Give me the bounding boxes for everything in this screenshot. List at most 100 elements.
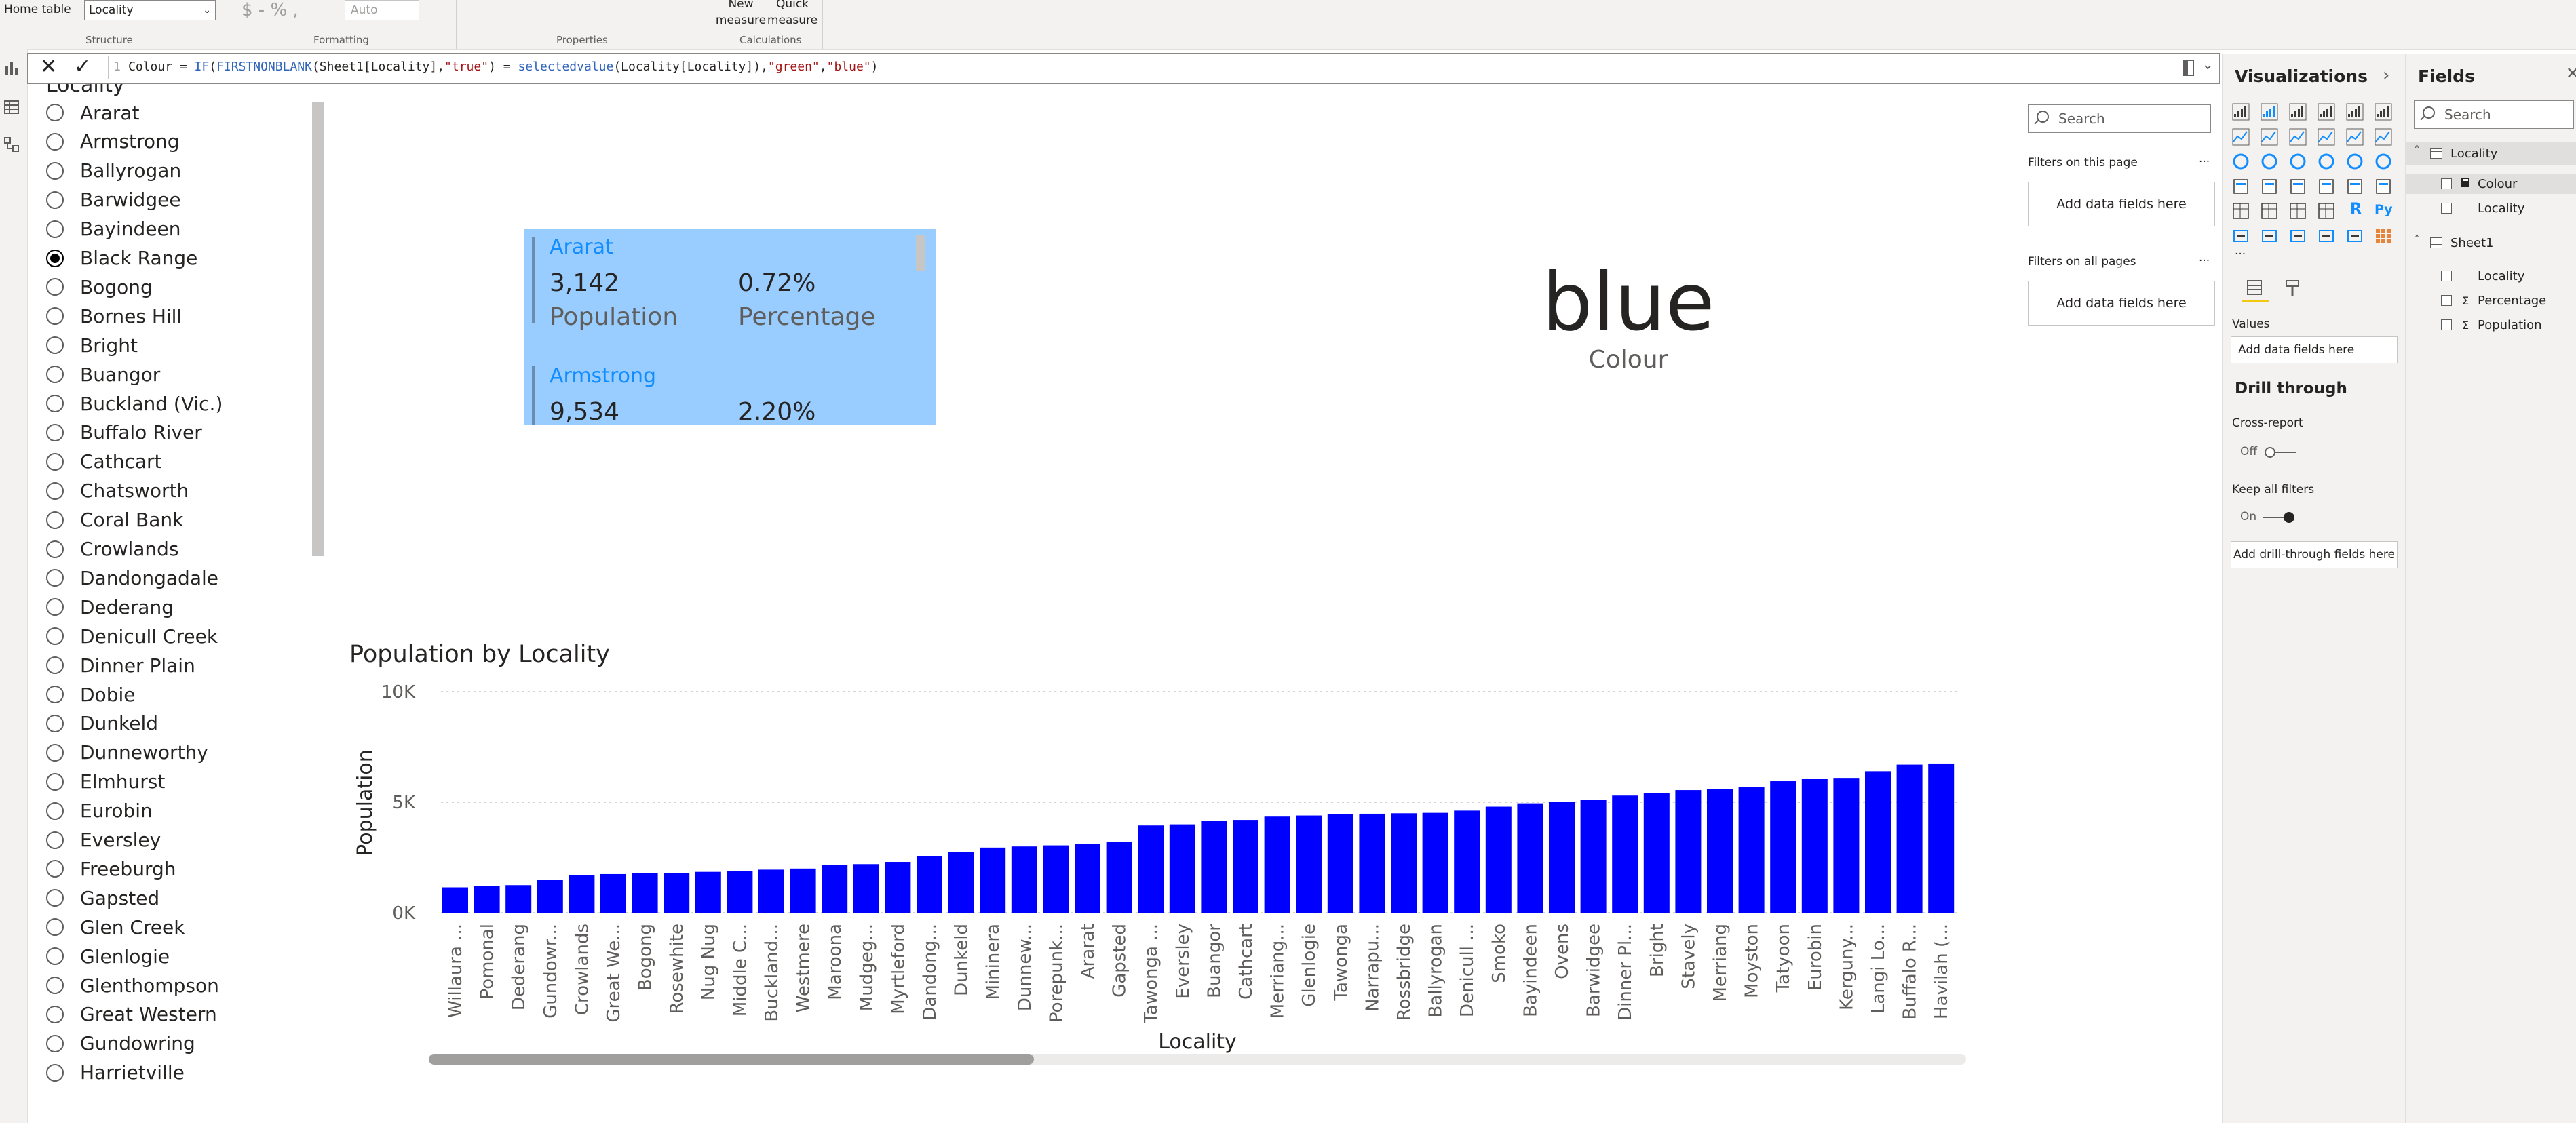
bar[interactable] <box>917 856 942 913</box>
bar[interactable] <box>1643 793 1670 913</box>
bar[interactable] <box>1454 810 1480 913</box>
slicer-item[interactable]: Glen Creek <box>46 913 185 941</box>
clustered-column-icon[interactable] <box>2318 103 2335 121</box>
formula-text[interactable]: Colour = IF(FIRSTNONBLANK(Sheet1[Localit… <box>128 60 878 74</box>
bar[interactable] <box>1738 787 1765 913</box>
commit-check-icon[interactable]: ✓ <box>74 55 91 79</box>
radio-button[interactable] <box>46 423 64 441</box>
donut-icon[interactable] <box>2346 153 2364 170</box>
bar[interactable] <box>1201 821 1227 913</box>
bar[interactable] <box>1359 813 1385 913</box>
slicer-item[interactable]: Dunkeld <box>46 710 158 737</box>
shape-map-icon[interactable] <box>2289 178 2307 195</box>
radio-button[interactable] <box>46 336 64 355</box>
radio-button[interactable] <box>46 1063 64 1082</box>
table-header-sheet1[interactable]: ˄ Sheet1 <box>2406 232 2576 255</box>
multi-row-card-icon[interactable] <box>2375 178 2392 195</box>
radio-button[interactable] <box>46 366 64 384</box>
bar[interactable] <box>1770 781 1796 913</box>
format-symbols[interactable]: $ - % , <box>242 0 299 20</box>
bar[interactable] <box>1580 800 1607 913</box>
chart-scrollbar-thumb[interactable] <box>429 1054 1034 1065</box>
scatter-icon[interactable] <box>2289 153 2307 170</box>
radio-button[interactable] <box>46 395 64 412</box>
bar[interactable] <box>1391 813 1417 913</box>
field-checkbox[interactable] <box>2441 295 2452 306</box>
stacked-bar-icon[interactable] <box>2232 103 2250 121</box>
bar[interactable] <box>1327 814 1353 913</box>
slicer-item[interactable]: Bornes Hill <box>46 302 182 330</box>
data-view-icon[interactable] <box>4 100 19 114</box>
expand-formula-icon[interactable] <box>2183 59 2199 77</box>
field-item[interactable]: Σ Population <box>2406 315 2576 335</box>
card-icon[interactable] <box>2346 178 2364 195</box>
map-icon[interactable] <box>2232 178 2250 195</box>
report-view-icon[interactable] <box>4 61 19 75</box>
key-influencers-icon[interactable] <box>2232 227 2250 245</box>
bar[interactable] <box>1801 779 1828 913</box>
radio-button[interactable] <box>46 511 64 529</box>
radio-button[interactable] <box>46 540 64 558</box>
slicer-item[interactable]: Elmhurst <box>46 768 165 795</box>
radio-button[interactable] <box>46 772 64 791</box>
radio-button[interactable] <box>46 249 64 267</box>
slicer-scrollbar[interactable] <box>312 102 324 556</box>
model-view-icon[interactable] <box>4 137 19 152</box>
slicer-item[interactable]: Dunneworthy <box>46 739 208 766</box>
slicer-item[interactable]: Eversley <box>46 827 161 854</box>
line-stacked-icon[interactable] <box>2346 128 2364 146</box>
card-scrollbar[interactable] <box>916 235 925 271</box>
paginated-icon[interactable] <box>2346 227 2364 245</box>
slicer-item[interactable]: Glenlogie <box>46 943 170 970</box>
radio-button[interactable] <box>46 481 64 500</box>
ribbon-chart-icon[interactable] <box>2375 128 2392 146</box>
fields-tab-icon[interactable] <box>2246 279 2263 297</box>
qa-icon[interactable] <box>2289 227 2307 245</box>
radio-button[interactable] <box>46 132 64 151</box>
area-chart-icon[interactable] <box>2261 128 2278 146</box>
slicer-item[interactable]: Coral Bank <box>46 507 183 534</box>
radio-button[interactable] <box>46 104 64 121</box>
field-item[interactable]: Colour <box>2406 174 2576 194</box>
radio-button[interactable] <box>46 656 64 675</box>
chevron-up-icon[interactable]: ˄ <box>2414 233 2420 248</box>
multi-row-card[interactable]: Ararat 3,142 Population 0.72% Percentage… <box>524 229 936 425</box>
bar[interactable] <box>1138 825 1164 913</box>
clustered-bar-icon[interactable] <box>2289 103 2307 121</box>
bar[interactable] <box>1675 790 1702 913</box>
decomposition-tree-icon[interactable] <box>2261 227 2278 245</box>
radio-button[interactable] <box>46 977 64 994</box>
bar[interactable] <box>1865 771 1891 913</box>
bar[interactable] <box>948 852 974 913</box>
slicer-item[interactable]: Crowlands <box>46 536 179 563</box>
format-paintbrush-icon[interactable] <box>2284 279 2301 297</box>
pie-chart-icon[interactable] <box>2318 153 2335 170</box>
bar[interactable] <box>600 873 626 913</box>
bar[interactable] <box>1043 845 1069 913</box>
bar[interactable] <box>980 847 1006 913</box>
bar[interactable] <box>758 869 784 913</box>
bar[interactable] <box>1075 844 1100 913</box>
cancel-icon[interactable]: ✕ <box>40 55 57 79</box>
radio-button[interactable] <box>46 743 64 762</box>
slicer-item[interactable]: Glenthompson <box>46 972 219 999</box>
bar[interactable] <box>1264 816 1290 913</box>
quick-measure-button[interactable]: Quick measure <box>765 0 820 28</box>
more-options-icon[interactable]: ... <box>2199 152 2210 165</box>
slicer-item[interactable]: Gundowring <box>46 1030 195 1057</box>
radio-button[interactable] <box>46 452 64 471</box>
smart-narrative-icon[interactable] <box>2318 227 2335 245</box>
kpi-icon[interactable] <box>2232 202 2250 220</box>
bar[interactable] <box>1707 789 1733 913</box>
bar[interactable] <box>569 875 595 913</box>
field-checkbox[interactable] <box>2441 203 2452 214</box>
keep-filters-toggle[interactable] <box>2284 512 2294 523</box>
bar[interactable] <box>853 864 879 913</box>
line-column-icon[interactable] <box>2318 128 2335 146</box>
slicer-item[interactable]: Buckland (Vic.) <box>46 390 223 417</box>
table-icon[interactable] <box>2289 202 2307 220</box>
bar[interactable] <box>1549 802 1575 913</box>
python-visual-icon[interactable]: Py <box>2375 202 2393 220</box>
slicer-item[interactable]: Black Range <box>46 245 197 272</box>
bar[interactable] <box>442 887 468 913</box>
